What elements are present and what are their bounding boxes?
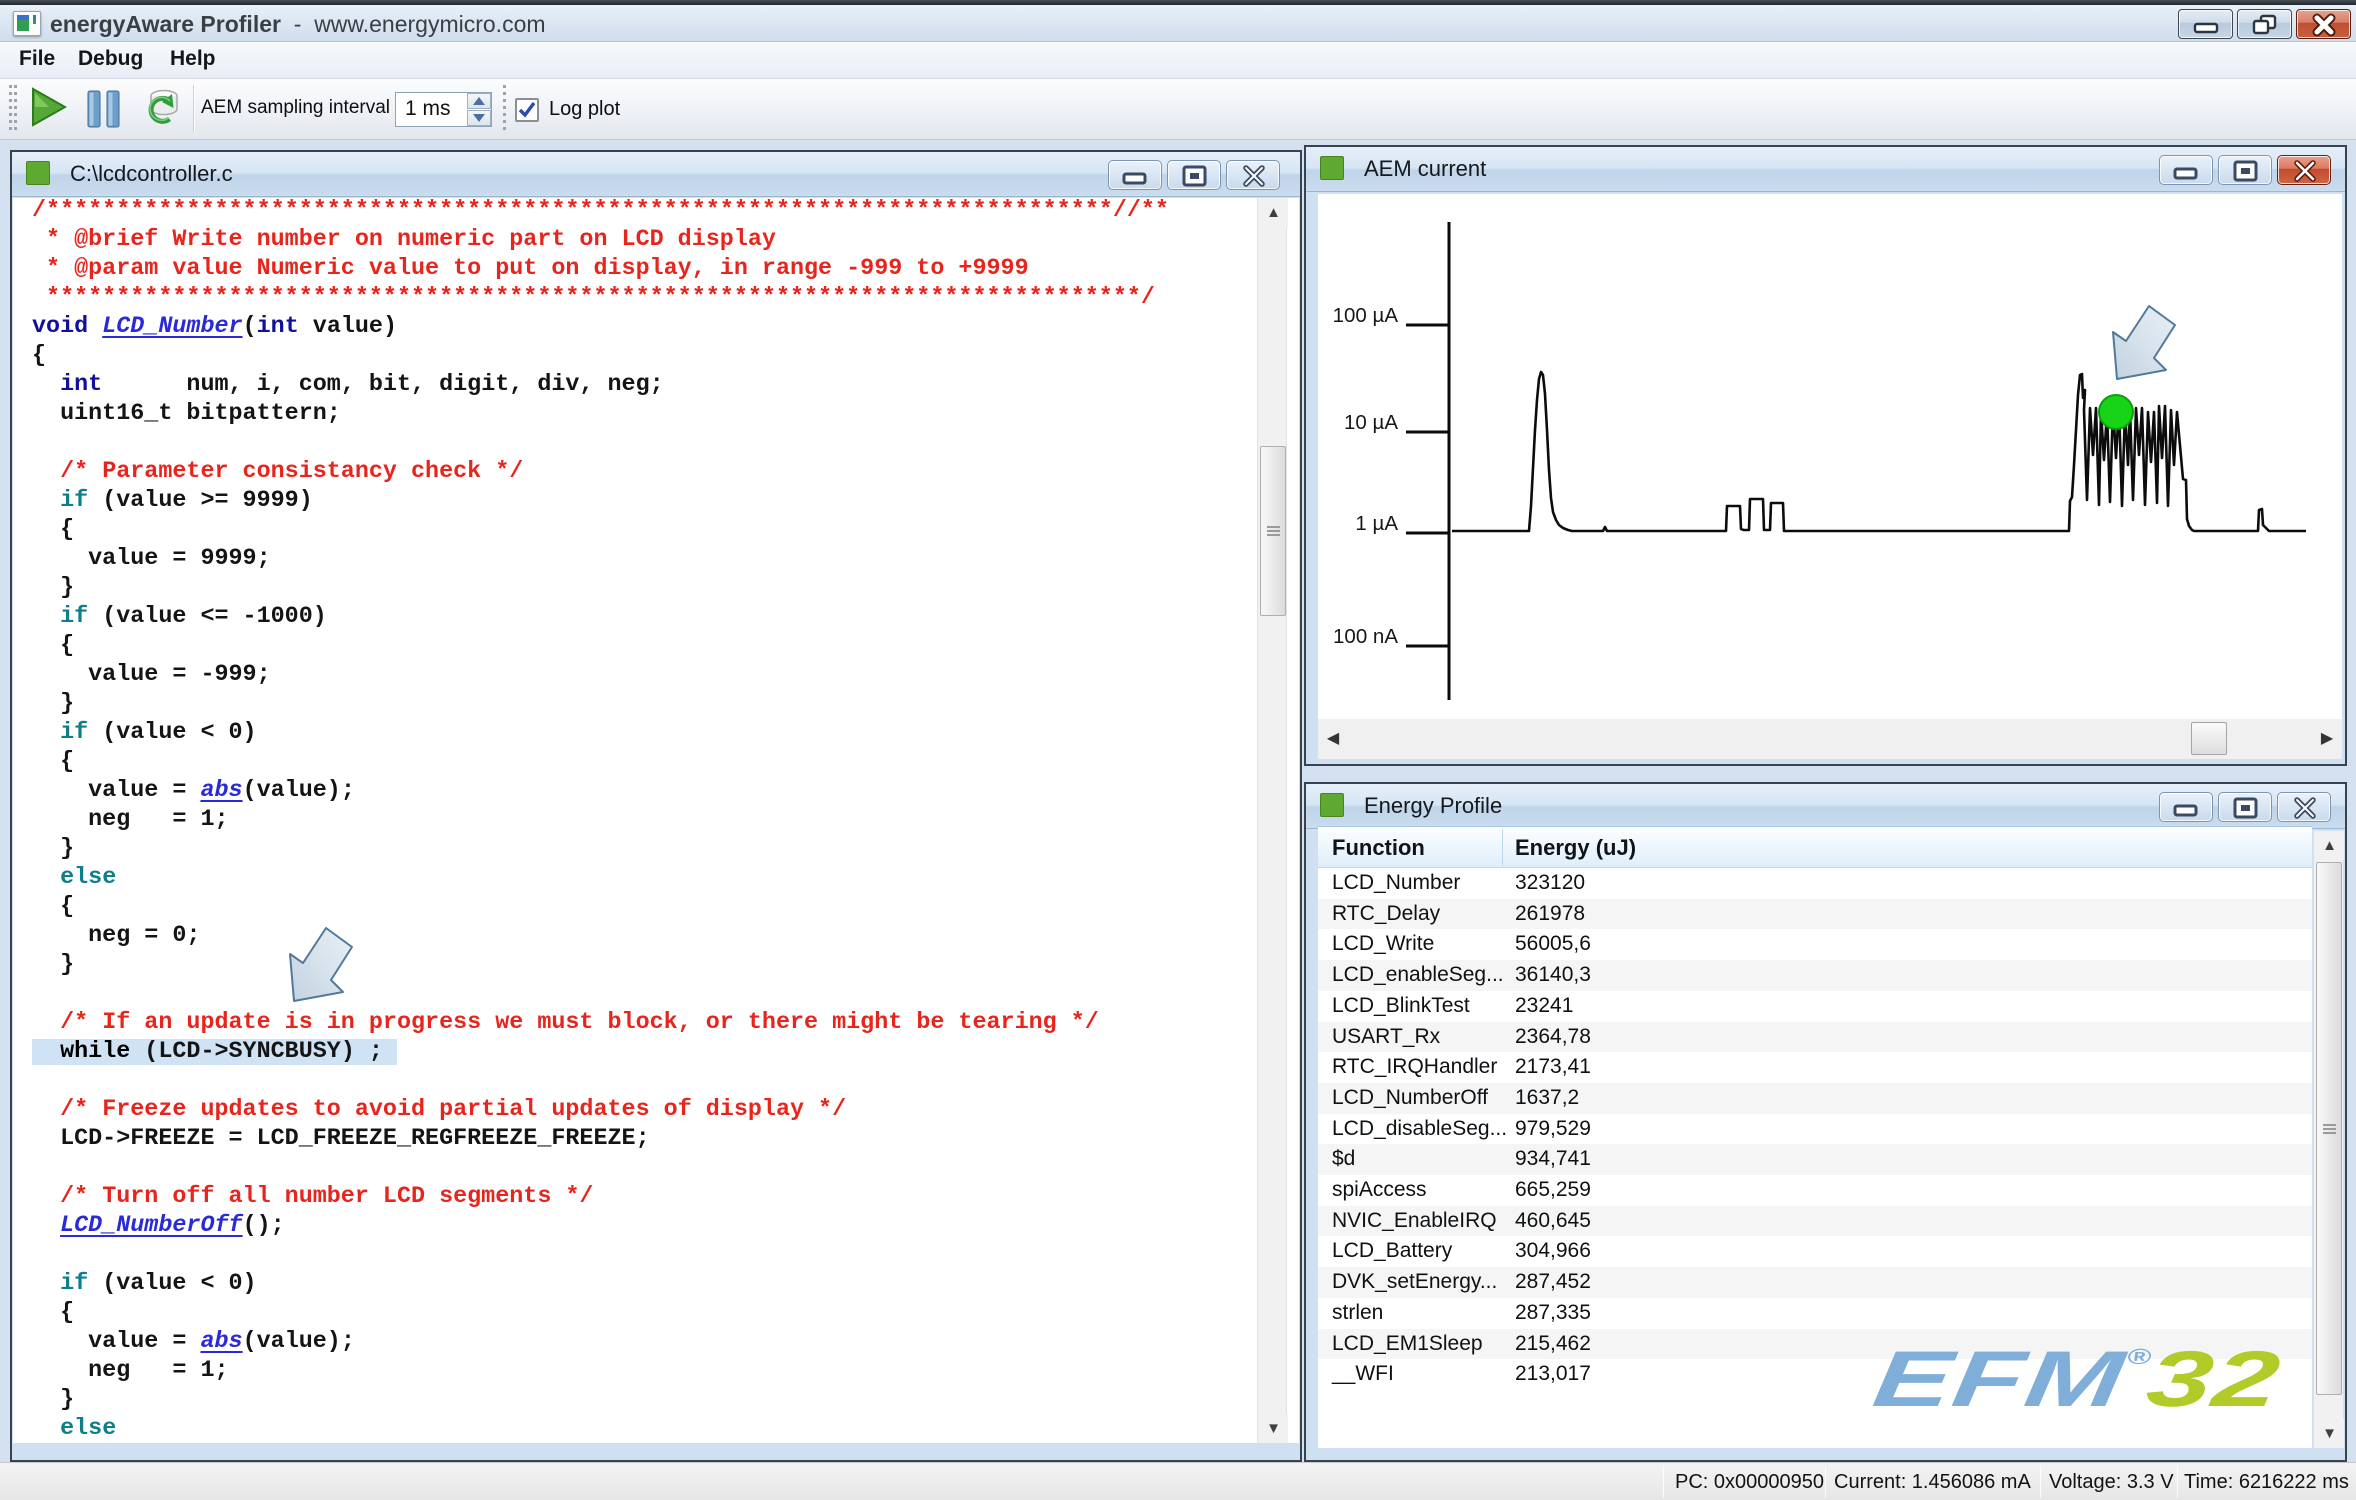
svg-text:100 µA: 100 µA [1333, 304, 1399, 327]
svg-text:10 µA: 10 µA [1344, 411, 1398, 434]
svg-text:1 µA: 1 µA [1355, 512, 1398, 535]
svg-text:100 nA: 100 nA [1333, 625, 1398, 648]
